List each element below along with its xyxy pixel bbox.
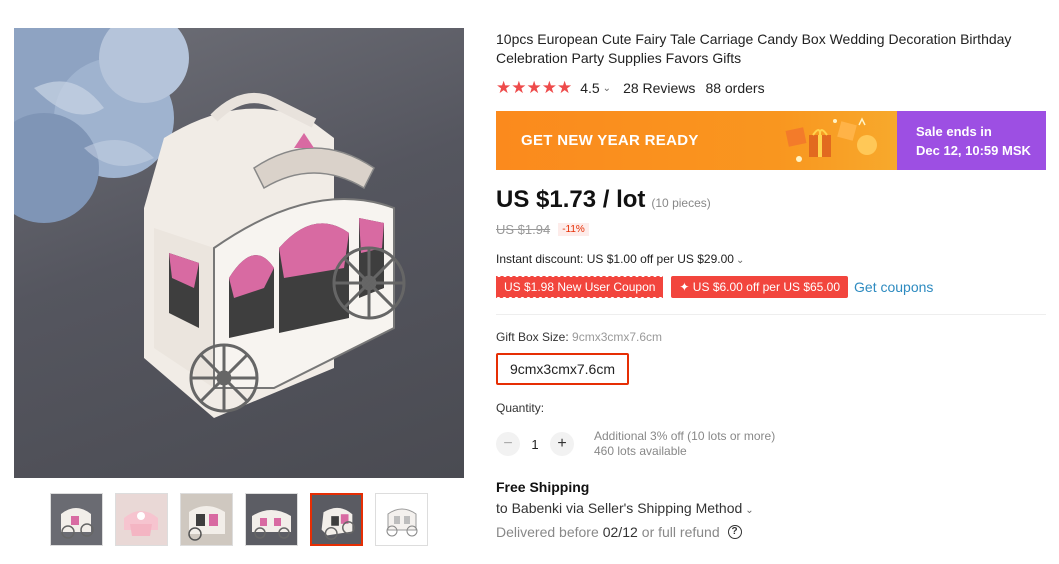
chevron-down-icon[interactable]: ⌄ xyxy=(736,255,744,266)
carriage-box xyxy=(144,93,395,419)
discount-badge: -11% xyxy=(558,223,589,236)
delivered-suffix: or full refund xyxy=(641,524,720,540)
sale-ends-date: Dec 12, 10:59 MSK xyxy=(916,143,1031,158)
divider xyxy=(496,314,1046,315)
shipping-method-text: to Babenki via Seller's Shipping Method xyxy=(496,500,743,516)
bulk-discount-note: Additional 3% off (10 lots or more) xyxy=(594,429,776,443)
thumbnail-3[interactable] xyxy=(180,493,233,546)
stock-available: 460 lots available xyxy=(594,444,687,458)
thumbnail-6[interactable] xyxy=(375,493,428,546)
gift-decoration-icon xyxy=(785,117,877,162)
delivered-prefix: Delivered before xyxy=(496,524,599,540)
quantity-info: Additional 3% off (10 lots or more) 460 … xyxy=(594,429,775,459)
chevron-down-icon[interactable]: ⌄ xyxy=(745,505,753,516)
quantity-increase-button[interactable]: + xyxy=(550,432,574,456)
thumbnail-5-selected[interactable] xyxy=(310,493,363,546)
shipping-method[interactable]: to Babenki via Seller's Shipping Method ⌄ xyxy=(496,500,766,516)
delivery-estimate: Delivered before 02/12 or full refund ? xyxy=(496,524,742,540)
get-coupons-link[interactable]: Get coupons xyxy=(854,279,933,295)
size-option-button[interactable]: 9cmx3cmx7.6cm xyxy=(496,353,629,385)
main-product-image[interactable] xyxy=(14,28,464,478)
thumbnail-strip xyxy=(50,493,428,546)
thumbnail-1[interactable] xyxy=(50,493,103,546)
product-title: 10pcs European Cute Fairy Tale Carriage … xyxy=(496,31,1012,66)
question-circle-icon[interactable]: ? xyxy=(727,525,742,539)
promo-banner-left[interactable]: GET NEW YEAR READY xyxy=(496,111,897,170)
thumbnail-4[interactable] xyxy=(245,493,298,546)
quantity-label: Quantity: xyxy=(496,401,545,415)
delivered-date: 02/12 xyxy=(602,524,638,540)
current-price: US $1.73 / lot xyxy=(496,186,646,213)
chevron-down-icon[interactable]: ⌄ xyxy=(603,83,611,94)
sale-ends-label: Sale ends in xyxy=(916,124,992,139)
new-user-coupon[interactable]: US $1.98 New User Coupon xyxy=(496,275,664,298)
shipping-title: Free Shipping xyxy=(496,479,590,495)
coupon-row: US $1.98 New User Coupon ✦ US $6.00 off … xyxy=(496,275,933,298)
pieces-per-lot: (10 pieces) xyxy=(651,196,711,210)
original-price: US $1.94 xyxy=(496,222,551,237)
instant-discount[interactable]: Instant discount: US $1.00 off per US $2… xyxy=(496,252,756,266)
rating-row: ★★★★★ 4.5 ⌄ 28 Reviews 88 orders xyxy=(496,78,765,98)
size-label-text: Gift Box Size: xyxy=(496,330,573,344)
orders-count: 88 orders xyxy=(705,80,765,96)
quantity-stepper: − 1 + Additional 3% off (10 lots or more… xyxy=(496,429,775,459)
quantity-input[interactable]: 1 xyxy=(520,437,550,452)
rating-value[interactable]: 4.5 xyxy=(580,80,599,96)
reviews-link[interactable]: 28 Reviews xyxy=(623,80,695,96)
star-rating-icon: ★★★★★ xyxy=(496,78,573,97)
promo-text: GET NEW YEAR READY xyxy=(521,132,699,149)
size-selected-value: 9cmx3cmx7.6cm xyxy=(572,330,663,344)
promo-banner[interactable]: GET NEW YEAR READY Sale ends in Dec 12, … xyxy=(496,111,1046,170)
store-coupon[interactable]: ✦ US $6.00 off per US $65.00 xyxy=(671,276,849,298)
size-label: Gift Box Size: 9cmx3cmx7.6cm xyxy=(496,330,662,344)
price-row: US $1.73 / lot (10 pieces) xyxy=(496,186,711,214)
sale-countdown: Sale ends in Dec 12, 10:59 MSK xyxy=(897,111,1046,170)
thumbnail-2[interactable] xyxy=(115,493,168,546)
instant-discount-text: Instant discount: US $1.00 off per US $2… xyxy=(496,252,734,266)
quantity-decrease-button[interactable]: − xyxy=(496,432,520,456)
original-price-row: US $1.94 -11% xyxy=(496,222,589,237)
